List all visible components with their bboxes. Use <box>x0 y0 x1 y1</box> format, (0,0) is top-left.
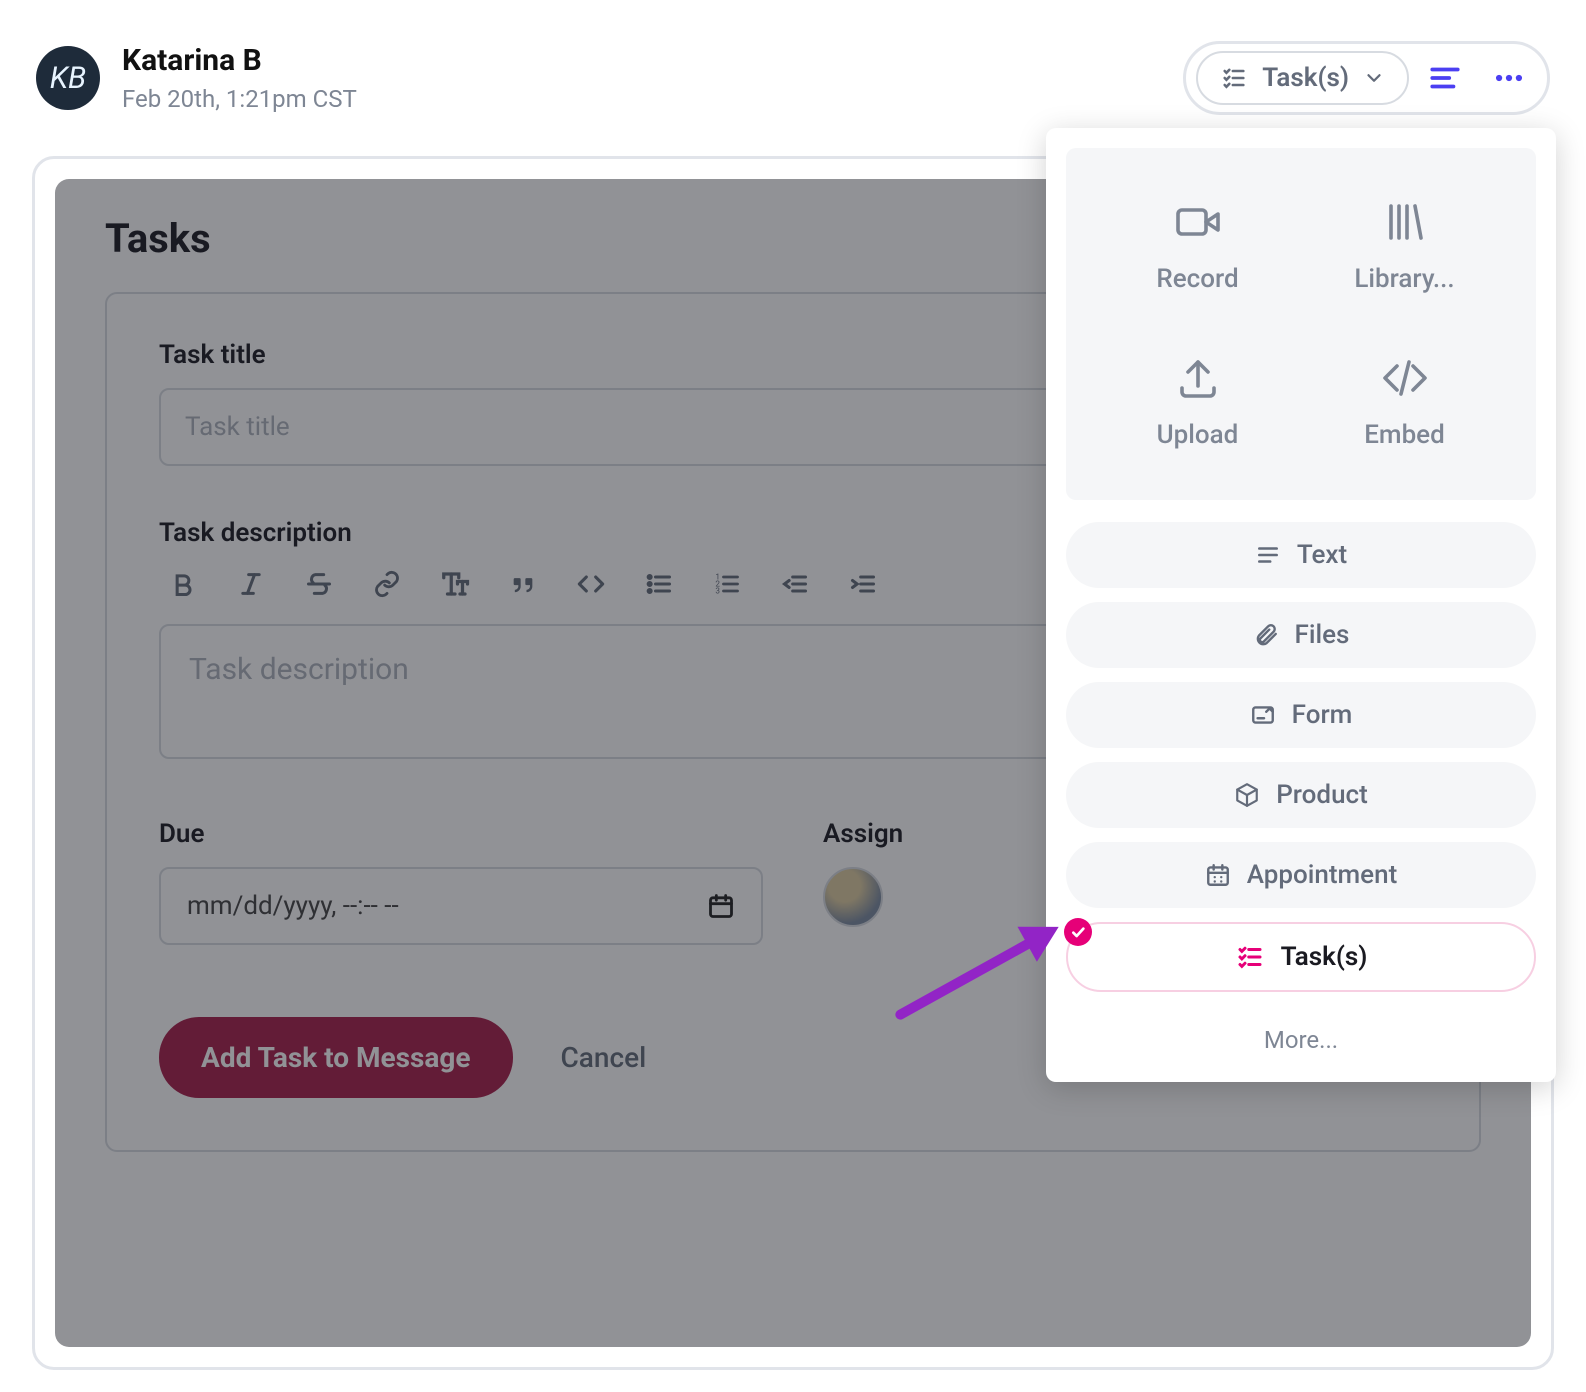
media-item-record[interactable]: Record <box>1094 198 1301 294</box>
menu-item-label: Files <box>1295 620 1350 650</box>
media-item-label: Library... <box>1354 264 1454 294</box>
upload-icon <box>1174 354 1222 402</box>
media-item-label: Record <box>1156 264 1238 294</box>
menu-item-label: Text <box>1297 540 1347 570</box>
media-grid: Record Library... Upload Embed <box>1066 148 1536 500</box>
menu-item-label: Appointment <box>1247 860 1397 890</box>
block-menu: Text Files Form Product Appointment <box>1066 522 1536 1062</box>
media-item-label: Upload <box>1157 420 1239 450</box>
media-item-label: Embed <box>1364 420 1445 450</box>
video-camera-icon <box>1174 198 1222 246</box>
header-bar: KB Katarina B Feb 20th, 1:21pm CST Task(… <box>0 0 1586 128</box>
timestamp: Feb 20th, 1:21pm CST <box>122 85 1183 113</box>
media-item-library[interactable]: Library... <box>1301 198 1508 294</box>
header-text: Katarina B Feb 20th, 1:21pm CST <box>122 43 1183 113</box>
add-block-popover: Record Library... Upload Embed Text <box>1046 128 1556 1082</box>
menu-item-product[interactable]: Product <box>1066 762 1536 828</box>
tasks-chip-label: Task(s) <box>1262 63 1349 93</box>
more-link[interactable]: More... <box>1066 1006 1536 1062</box>
menu-item-text[interactable]: Text <box>1066 522 1536 588</box>
media-item-upload[interactable]: Upload <box>1094 354 1301 450</box>
tasks-chip[interactable]: Task(s) <box>1196 51 1409 105</box>
avatar[interactable]: KB <box>36 46 100 110</box>
menu-item-label: Task(s) <box>1281 942 1368 972</box>
menu-item-appointment[interactable]: Appointment <box>1066 842 1536 908</box>
dots-horizontal-icon <box>1492 61 1526 95</box>
menu-item-files[interactable]: Files <box>1066 602 1536 668</box>
code-embed-icon <box>1381 354 1429 402</box>
menu-item-tasks[interactable]: Task(s) <box>1066 922 1536 992</box>
cube-icon <box>1234 782 1260 808</box>
avatar-initials: KB <box>50 61 86 96</box>
tasks-list-icon <box>1235 942 1265 972</box>
menu-item-form[interactable]: Form <box>1066 682 1536 748</box>
chevron-down-icon <box>1363 67 1385 89</box>
selected-check-badge <box>1064 918 1092 946</box>
header-controls: Task(s) <box>1183 41 1550 115</box>
check-icon <box>1070 924 1086 940</box>
menu-item-label: Form <box>1292 700 1353 730</box>
paperclip-icon <box>1253 622 1279 648</box>
more-actions-button[interactable] <box>1481 50 1537 106</box>
menu-item-label: Product <box>1276 780 1368 810</box>
text-lines-icon <box>1255 542 1281 568</box>
library-books-icon <box>1381 198 1429 246</box>
calendar-grid-icon <box>1205 862 1231 888</box>
form-icon <box>1250 702 1276 728</box>
align-left-icon <box>1428 61 1462 95</box>
user-name: Katarina B <box>122 43 1183 79</box>
tasks-list-icon <box>1220 64 1248 92</box>
media-item-embed[interactable]: Embed <box>1301 354 1508 450</box>
layout-button[interactable] <box>1417 50 1473 106</box>
